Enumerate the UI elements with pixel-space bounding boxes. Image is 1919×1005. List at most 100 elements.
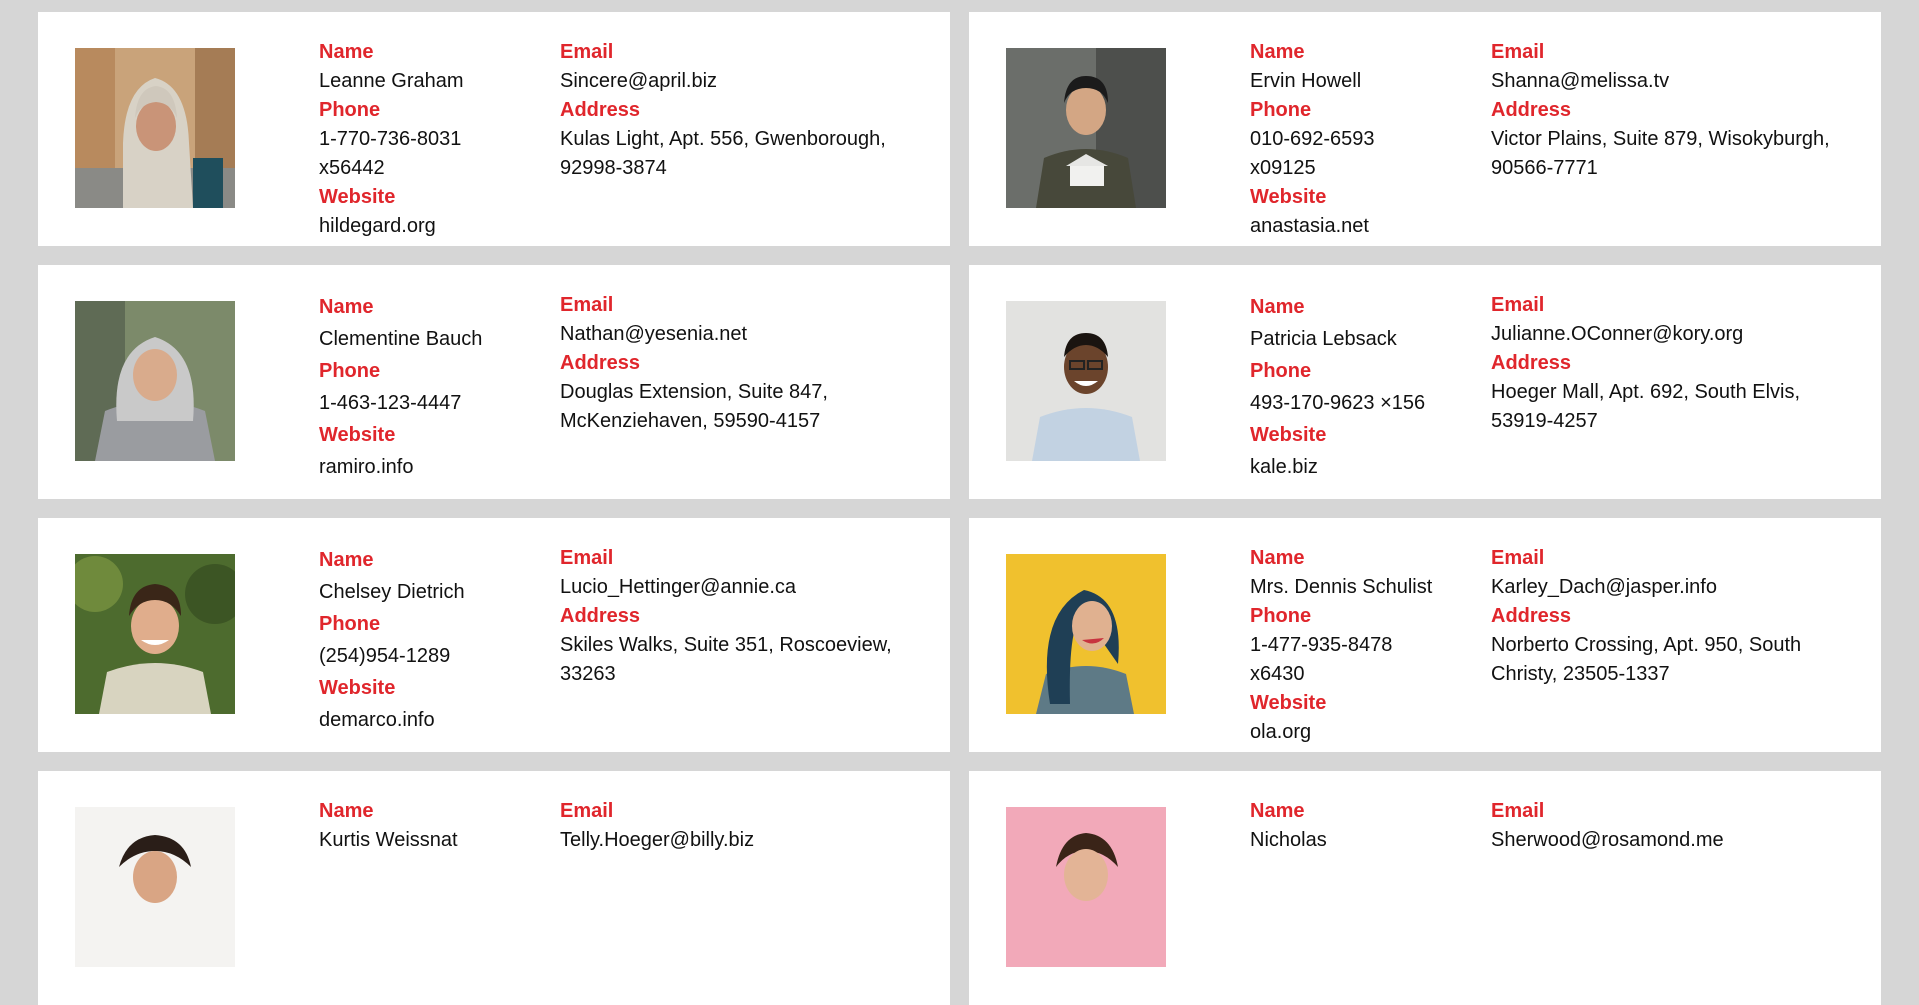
user-address-line2: 33263 xyxy=(560,663,616,685)
phone-label: Phone xyxy=(1250,360,1312,382)
name-label: Name xyxy=(319,41,374,63)
name-label: Name xyxy=(1250,41,1305,63)
user-website[interactable]: anastasia.net xyxy=(1250,212,1470,241)
user-contact-info: Email Julianne.OConner@kory.org Address … xyxy=(1491,291,1861,436)
user-card: Name Clementine Bauch Phone 1-463-123-44… xyxy=(38,265,950,499)
website-label: Website xyxy=(1250,692,1327,714)
name-label: Name xyxy=(319,800,374,822)
user-name: Chelsey Dietrich xyxy=(319,581,465,603)
user-website[interactable]: ola.org xyxy=(1250,718,1470,747)
website-label: Website xyxy=(319,186,396,208)
user-primary-info: Name Ervin Howell Phone 010-692-6593 x09… xyxy=(1250,38,1470,241)
user-email[interactable]: Julianne.OConner@kory.org xyxy=(1491,320,1861,349)
email-label: Email xyxy=(560,41,614,63)
address-label: Address xyxy=(560,99,641,121)
user-photo xyxy=(75,807,235,967)
user-phone: 1-463-123-4447 xyxy=(319,392,462,414)
user-phone-ext: x6430 xyxy=(1250,663,1305,685)
email-label: Email xyxy=(1491,547,1545,569)
user-name: Mrs. Dennis Schulist xyxy=(1250,576,1433,598)
user-address-line1: Norberto Crossing, Apt. 950, South xyxy=(1491,634,1802,656)
user-address-line2: 53919-4257 xyxy=(1491,410,1598,432)
website-label: Website xyxy=(1250,186,1327,208)
user-name: Patricia Lebsack xyxy=(1250,328,1397,350)
user-address-line1: Kulas Light, Apt. 556, Gwenborough, xyxy=(560,128,886,150)
user-primary-info: Name Clementine Bauch Phone 1-463-123-44… xyxy=(319,291,539,483)
user-card: Name Nicholas Email Sherwood@rosamond.me xyxy=(969,771,1881,1005)
user-photo xyxy=(75,301,235,461)
user-contact-info: Email Karley_Dach@jasper.info Address No… xyxy=(1491,544,1861,689)
user-primary-info: Name Mrs. Dennis Schulist Phone 1-477-93… xyxy=(1250,544,1470,747)
user-photo xyxy=(1006,807,1166,967)
user-email[interactable]: Lucio_Hettinger@annie.ca xyxy=(560,573,930,602)
user-name: Leanne Graham xyxy=(319,70,464,92)
user-primary-info: Name Leanne Graham Phone 1-770-736-8031 … xyxy=(319,38,539,241)
user-phone-ext: x09125 xyxy=(1250,157,1316,179)
user-address-line1: Hoeger Mall, Apt. 692, South Elvis, xyxy=(1491,381,1801,403)
user-primary-info: Name Kurtis Weissnat xyxy=(319,797,539,855)
user-phone: 1-477-935-8478 xyxy=(1250,634,1393,656)
user-photo xyxy=(1006,48,1166,208)
user-photo xyxy=(1006,301,1166,461)
phone-label: Phone xyxy=(1250,605,1312,627)
name-label: Name xyxy=(1250,547,1305,569)
user-website[interactable]: demarco.info xyxy=(319,704,539,736)
address-label: Address xyxy=(560,605,641,627)
user-photo xyxy=(75,48,235,208)
email-label: Email xyxy=(1491,294,1545,316)
user-primary-info: Name Patricia Lebsack Phone 493-170-9623… xyxy=(1250,291,1470,483)
address-label: Address xyxy=(560,352,641,374)
website-label: Website xyxy=(319,424,396,446)
user-email[interactable]: Telly.Hoeger@billy.biz xyxy=(560,826,930,855)
user-name: Ervin Howell xyxy=(1250,70,1362,92)
user-card: Name Mrs. Dennis Schulist Phone 1-477-93… xyxy=(969,518,1881,752)
user-phone-ext: x56442 xyxy=(319,157,385,179)
user-contact-info: Email Sincere@april.biz Address Kulas Li… xyxy=(560,38,930,183)
user-card: Name Chelsey Dietrich Phone (254)954-128… xyxy=(38,518,950,752)
email-label: Email xyxy=(560,547,614,569)
user-address-line1: Douglas Extension, Suite 847, xyxy=(560,381,828,403)
name-label: Name xyxy=(319,296,374,318)
name-label: Name xyxy=(1250,800,1305,822)
email-label: Email xyxy=(1491,41,1545,63)
user-website[interactable]: kale.biz xyxy=(1250,451,1470,483)
phone-label: Phone xyxy=(1250,99,1312,121)
user-card-grid: Name Leanne Graham Phone 1-770-736-8031 … xyxy=(38,12,1882,1005)
user-photo xyxy=(75,554,235,714)
name-label: Name xyxy=(1250,296,1305,318)
user-name: Clementine Bauch xyxy=(319,328,483,350)
user-card: Name Ervin Howell Phone 010-692-6593 x09… xyxy=(969,12,1881,246)
user-primary-info: Name Nicholas xyxy=(1250,797,1470,855)
user-website[interactable]: ramiro.info xyxy=(319,451,539,483)
email-label: Email xyxy=(560,800,614,822)
user-phone: 1-770-736-8031 xyxy=(319,128,462,150)
user-contact-info: Email Sherwood@rosamond.me xyxy=(1491,797,1861,855)
address-label: Address xyxy=(1491,352,1572,374)
user-email[interactable]: Nathan@yesenia.net xyxy=(560,320,930,349)
phone-label: Phone xyxy=(319,613,381,635)
user-address-line2: Christy, 23505-1337 xyxy=(1491,663,1670,685)
user-email[interactable]: Shanna@melissa.tv xyxy=(1491,67,1861,96)
user-primary-info: Name Chelsey Dietrich Phone (254)954-128… xyxy=(319,544,539,736)
phone-label: Phone xyxy=(319,99,381,121)
user-address-line1: Skiles Walks, Suite 351, Roscoeview, xyxy=(560,634,892,656)
user-name: Kurtis Weissnat xyxy=(319,829,458,851)
user-email[interactable]: Sherwood@rosamond.me xyxy=(1491,826,1861,855)
user-contact-info: Email Nathan@yesenia.net Address Douglas… xyxy=(560,291,930,436)
website-label: Website xyxy=(1250,424,1327,446)
user-address-line1: Victor Plains, Suite 879, Wisokyburgh, xyxy=(1491,128,1830,150)
user-phone: 010-692-6593 xyxy=(1250,128,1375,150)
user-phone: 493-170-9623 ×156 xyxy=(1250,392,1426,414)
user-contact-info: Email Shanna@melissa.tv Address Victor P… xyxy=(1491,38,1861,183)
user-email[interactable]: Karley_Dach@jasper.info xyxy=(1491,573,1861,602)
user-email[interactable]: Sincere@april.biz xyxy=(560,67,930,96)
email-label: Email xyxy=(1491,800,1545,822)
user-website[interactable]: hildegard.org xyxy=(319,212,539,241)
user-contact-info: Email Telly.Hoeger@billy.biz xyxy=(560,797,930,855)
user-card: Name Kurtis Weissnat Email Telly.Hoeger@… xyxy=(38,771,950,1005)
user-address-line2: McKenziehaven, 59590-4157 xyxy=(560,410,821,432)
user-contact-info: Email Lucio_Hettinger@annie.ca Address S… xyxy=(560,544,930,689)
phone-label: Phone xyxy=(319,360,381,382)
address-label: Address xyxy=(1491,605,1572,627)
website-label: Website xyxy=(319,677,396,699)
